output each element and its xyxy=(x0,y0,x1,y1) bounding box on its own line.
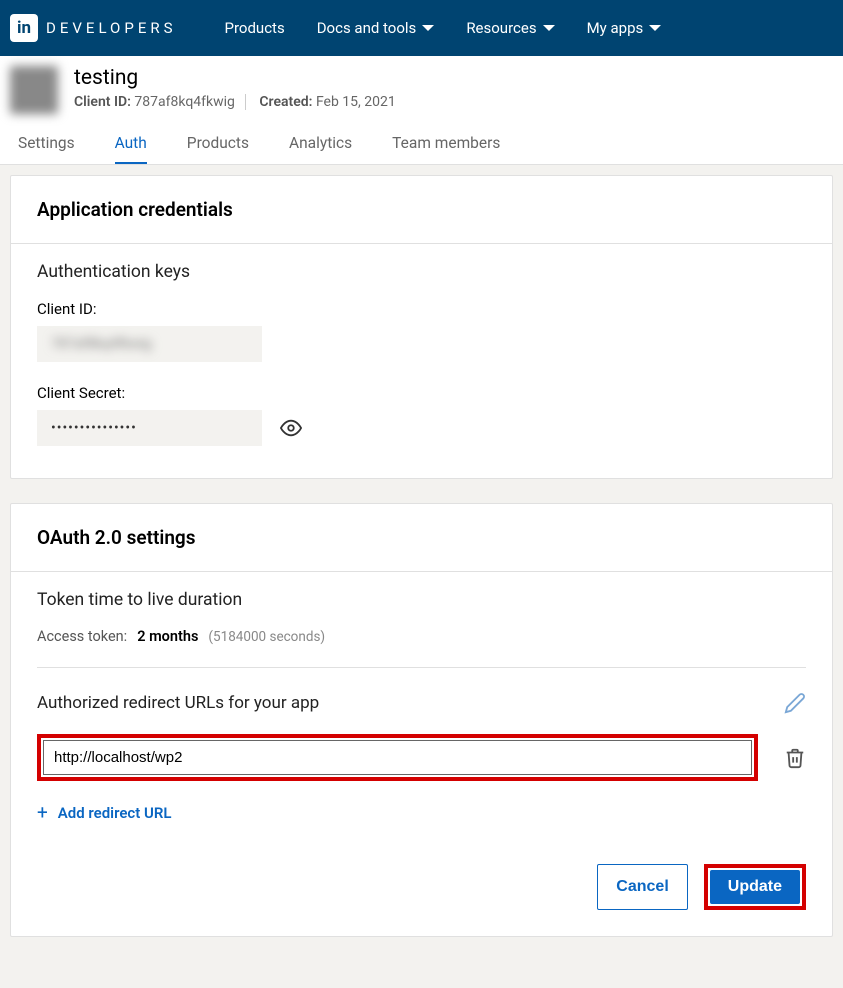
client-secret-value: ••••••••••••••• xyxy=(37,410,262,446)
app-header: testing Client ID: 787af8kq4fkwig Create… xyxy=(0,56,843,165)
app-meta: Client ID: 787af8kq4fkwig Created: Feb 1… xyxy=(74,94,396,110)
access-token-label: Access token: xyxy=(37,628,127,645)
app-avatar xyxy=(10,66,58,114)
app-title: testing xyxy=(74,66,396,90)
update-button[interactable]: Update xyxy=(710,870,800,904)
card-title-oauth: OAuth 2.0 settings xyxy=(11,504,832,571)
nav-myapps[interactable]: My apps xyxy=(587,19,662,37)
cancel-button[interactable]: Cancel xyxy=(597,864,687,910)
redirect-urls-title: Authorized redirect URLs for your app xyxy=(37,693,319,713)
reveal-secret-icon[interactable] xyxy=(280,417,302,439)
tab-auth[interactable]: Auth xyxy=(115,134,147,164)
caret-down-icon xyxy=(422,25,434,31)
nav-resources[interactable]: Resources xyxy=(466,19,554,37)
card-oauth: OAuth 2.0 settings Token time to live du… xyxy=(10,503,833,937)
tab-products[interactable]: Products xyxy=(187,134,249,164)
tab-settings[interactable]: Settings xyxy=(18,134,75,164)
delete-redirect-icon[interactable] xyxy=(784,746,806,770)
ttl-title: Token time to live duration xyxy=(37,590,806,610)
divider xyxy=(37,667,806,668)
tab-analytics[interactable]: Analytics xyxy=(289,134,352,164)
caret-down-icon xyxy=(543,25,555,31)
card-title-credentials: Application credentials xyxy=(11,176,832,243)
linkedin-logo-icon[interactable]: in xyxy=(10,14,38,42)
redirect-url-highlight xyxy=(37,734,758,781)
client-secret-label: Client Secret: xyxy=(37,384,806,402)
auth-keys-title: Authentication keys xyxy=(37,262,806,282)
client-id-value: 787af8kq4fkwig xyxy=(37,326,262,362)
brand-text: DEVELOPERS xyxy=(46,19,177,37)
nav-docs[interactable]: Docs and tools xyxy=(317,19,435,37)
tab-team[interactable]: Team members xyxy=(392,134,500,164)
nav-products[interactable]: Products xyxy=(225,19,285,37)
card-credentials: Application credentials Authentication k… xyxy=(10,175,833,479)
update-button-highlight: Update xyxy=(704,864,806,910)
edit-redirect-icon[interactable] xyxy=(784,692,806,714)
access-token-value: 2 months xyxy=(137,628,198,645)
top-nav: in DEVELOPERS Products Docs and tools Re… xyxy=(0,0,843,56)
client-id-label: Client ID: xyxy=(37,300,806,318)
tabs: Settings Auth Products Analytics Team me… xyxy=(10,134,825,164)
redirect-url-input[interactable] xyxy=(43,740,752,775)
plus-icon: + xyxy=(37,801,48,824)
add-redirect-url-button[interactable]: + Add redirect URL xyxy=(37,801,806,824)
caret-down-icon xyxy=(649,25,661,31)
access-token-seconds: (5184000 seconds) xyxy=(208,629,325,645)
